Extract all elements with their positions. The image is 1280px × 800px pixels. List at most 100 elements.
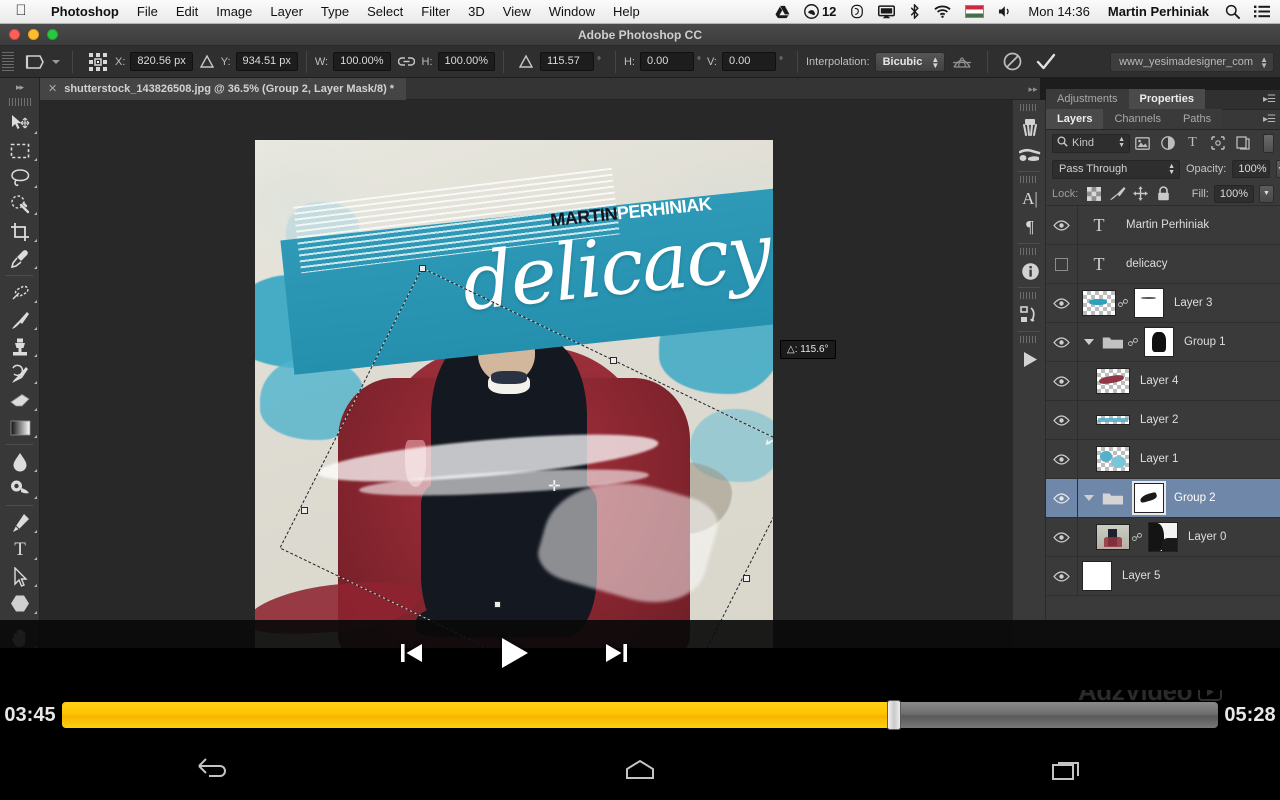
layer-visibility-toggle[interactable] <box>1046 205 1078 245</box>
layer-thumbnail[interactable] <box>1096 446 1130 472</box>
layer-thumbnail[interactable] <box>1096 415 1130 425</box>
dock-grip[interactable] <box>1020 336 1038 343</box>
tool-preset-chevron-icon[interactable] <box>52 59 60 64</box>
menu-layer[interactable]: Layer <box>261 0 312 24</box>
tab-adjustments[interactable]: Adjustments <box>1046 89 1129 109</box>
reference-point-icon[interactable] <box>88 52 108 72</box>
filter-smart-objects-icon[interactable] <box>1230 132 1255 154</box>
lock-all-icon[interactable] <box>1154 185 1172 203</box>
airplay-icon[interactable] <box>871 0 902 24</box>
tab-channels[interactable]: Channels <box>1103 109 1172 129</box>
document-tab[interactable]: ✕ shutterstock_143826508.jpg @ 36.5% (Gr… <box>40 77 407 100</box>
layer-visibility-toggle[interactable] <box>1046 439 1078 479</box>
tab-bar-collapse-icon[interactable]: ▸▸ <box>1026 78 1040 100</box>
menu-help[interactable]: Help <box>604 0 649 24</box>
width-input[interactable]: 100.00% <box>333 52 391 71</box>
layer-name[interactable]: Layer 5 <box>1122 570 1160 582</box>
dock-grip[interactable] <box>1020 104 1038 111</box>
fill-dropdown-icon[interactable]: ▼ <box>1259 184 1274 203</box>
menubar-clock[interactable]: Mon 14:36 <box>1019 0 1098 24</box>
previous-track-button[interactable] <box>397 638 427 673</box>
table-row[interactable]: T Martin Perhiniak <box>1046 205 1280 245</box>
commit-transform-icon[interactable] <box>1036 53 1056 71</box>
menu-image[interactable]: Image <box>207 0 261 24</box>
gradient-tool-icon[interactable] <box>0 414 40 441</box>
menu-app-name[interactable]: Photoshop <box>42 0 128 24</box>
eraser-tool-icon[interactable] <box>0 387 40 414</box>
rectangle-shape-tool-icon[interactable] <box>0 590 40 617</box>
layer-mask-thumbnail[interactable] <box>1148 522 1178 552</box>
x-input[interactable]: 820.56 px <box>130 52 193 71</box>
layer-thumbnail[interactable] <box>1096 368 1130 394</box>
maintain-aspect-ratio-icon[interactable] <box>397 56 415 67</box>
table-row[interactable]: ☍ Layer 0 <box>1046 517 1280 557</box>
layer-mask-thumbnail[interactable] <box>1144 327 1174 357</box>
menu-3d[interactable]: 3D <box>459 0 494 24</box>
filter-enable-toggle[interactable] <box>1263 133 1274 153</box>
dodge-tool-icon[interactable] <box>0 475 40 502</box>
filter-shape-layers-icon[interactable] <box>1205 132 1230 154</box>
filter-adjustment-layers-icon[interactable] <box>1155 132 1180 154</box>
spotlight-search-icon[interactable] <box>1218 0 1247 24</box>
layer-visibility-toggle[interactable] <box>1046 361 1078 401</box>
height-input[interactable]: 100.00% <box>437 52 495 71</box>
cancel-transform-icon[interactable] <box>1003 52 1022 71</box>
options-bar-grip[interactable] <box>2 51 14 72</box>
lasso-tool-icon[interactable] <box>0 164 40 191</box>
dropbox-icon[interactable] <box>843 0 871 24</box>
bluetooth-icon[interactable] <box>902 0 927 24</box>
eyedropper-tool-icon[interactable] <box>0 245 40 272</box>
table-row[interactable]: Group 2 <box>1046 478 1280 518</box>
canvas-area[interactable]: MARTINPERHINIAK delicacy ✛ △: 115.6° <box>40 100 1040 690</box>
workspace-select[interactable]: www_yesimadesigner_com ▲ ▼ <box>1110 51 1274 72</box>
actions-panel-icon[interactable] <box>1013 141 1047 169</box>
filter-type-layers-icon[interactable]: T <box>1180 132 1205 154</box>
layer-visibility-toggle[interactable] <box>1046 400 1078 440</box>
link-mask-icon[interactable]: ☍ <box>1116 297 1130 310</box>
horizontal-type-tool-icon[interactable]: T <box>0 536 40 563</box>
switch-to-warp-mode-icon[interactable] <box>952 53 972 70</box>
lock-transparent-pixels-icon[interactable] <box>1085 185 1103 203</box>
layer-visibility-toggle[interactable] <box>1046 283 1078 323</box>
menubar-user-name[interactable]: Martin Perhiniak <box>1099 0 1218 24</box>
pen-tool-icon[interactable] <box>0 509 40 536</box>
layer-name[interactable]: Martin Perhiniak <box>1126 219 1209 231</box>
layer-name[interactable]: Group 1 <box>1184 336 1226 348</box>
table-row[interactable]: ☍ Group 1 <box>1046 322 1280 362</box>
layer-name[interactable]: delicacy <box>1126 258 1168 270</box>
next-track-button[interactable] <box>601 638 631 673</box>
flag-hungary-icon[interactable] <box>958 0 991 24</box>
table-row[interactable]: Layer 4 <box>1046 361 1280 401</box>
lock-position-icon[interactable] <box>1131 185 1149 203</box>
layer-thumbnail[interactable] <box>1096 524 1130 550</box>
skew-v-input[interactable]: 0.00 <box>721 52 776 71</box>
quick-selection-tool-icon[interactable] <box>0 191 40 218</box>
table-row[interactable]: Layer 5 <box>1046 556 1280 596</box>
rotation-input[interactable]: 115.57 <box>539 52 594 71</box>
toolbar-grip[interactable] <box>8 98 31 106</box>
volume-icon[interactable] <box>991 0 1019 24</box>
layer-name[interactable]: Layer 2 <box>1140 414 1178 426</box>
layer-visibility-toggle[interactable] <box>1046 244 1078 284</box>
menu-select[interactable]: Select <box>358 0 412 24</box>
info-panel-icon[interactable] <box>1013 257 1047 285</box>
layer-visibility-toggle[interactable] <box>1046 478 1078 518</box>
move-tool-icon[interactable] <box>0 110 40 137</box>
menu-file[interactable]: File <box>128 0 167 24</box>
layer-name[interactable]: Layer 3 <box>1174 297 1212 309</box>
menu-edit[interactable]: Edit <box>167 0 207 24</box>
rotate-angle-icon[interactable] <box>518 55 533 68</box>
tab-layers[interactable]: Layers <box>1046 109 1104 129</box>
layer-mask-thumbnail[interactable] <box>1134 288 1164 318</box>
notification-center-icon[interactable] <box>1247 0 1280 24</box>
wifi-icon[interactable] <box>927 0 958 24</box>
layer-name[interactable]: Layer 0 <box>1188 531 1226 543</box>
rectangular-marquee-tool-icon[interactable] <box>0 137 40 164</box>
apple-logo-icon[interactable]:  <box>0 3 42 20</box>
y-input[interactable]: 934.51 px <box>235 52 298 71</box>
brush-tool-icon[interactable] <box>0 306 40 333</box>
layer-visibility-toggle[interactable] <box>1046 322 1078 362</box>
dock-grip[interactable] <box>1020 248 1038 255</box>
group-disclosure-triangle-icon[interactable] <box>1078 479 1100 518</box>
layer-name[interactable]: Layer 4 <box>1140 375 1178 387</box>
